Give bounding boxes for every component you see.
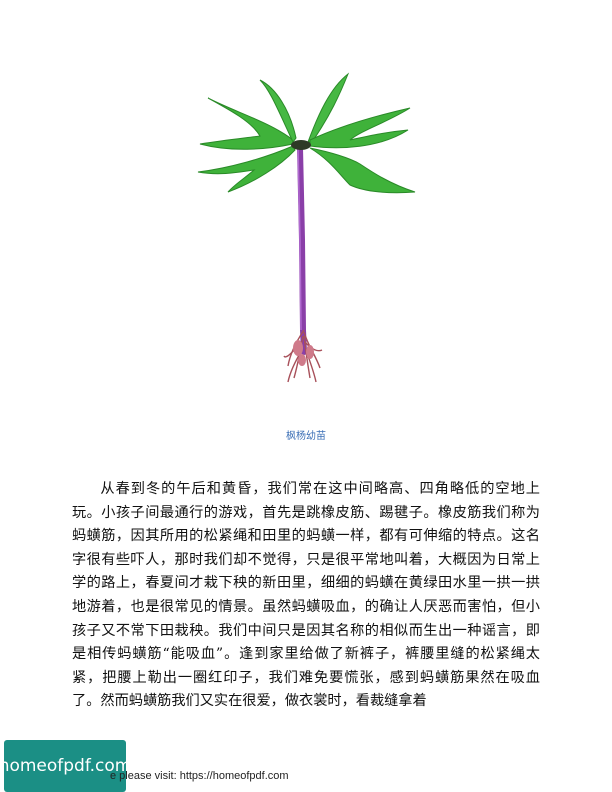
body-text: 从春到冬的午后和黄昏，我们常在这中间略高、四角略低的空地上玩。小孩子间最通行的游… [72, 478, 540, 714]
seedling-illustration [190, 60, 430, 400]
figure-caption: 枫杨幼苗 [286, 431, 326, 442]
body-paragraph: 从春到冬的午后和黄昏，我们常在这中间略高、四角略低的空地上玩。小孩子间最通行的游… [72, 481, 540, 710]
seedling-icon [197, 72, 416, 383]
visit-link[interactable]: e please visit: https://homeofpdf.com [110, 770, 289, 782]
site-logo[interactable]: homeofpdf.com [0, 740, 131, 792]
footer: homeofpdf.com e please visit: https://ho… [0, 740, 612, 792]
